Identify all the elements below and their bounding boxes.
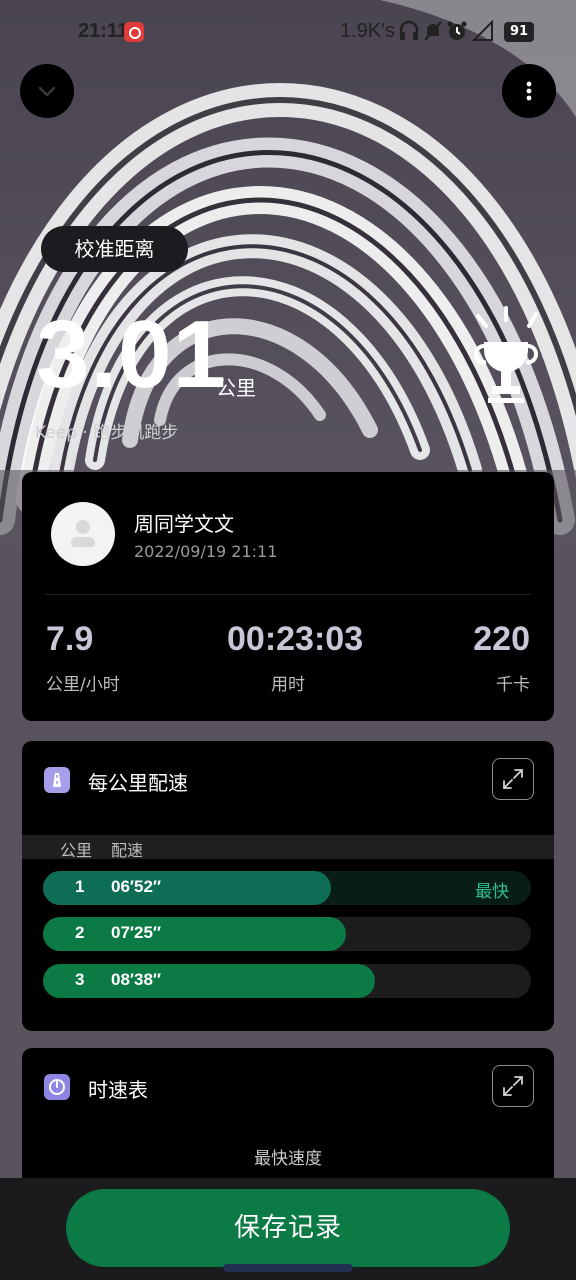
concentric-wave-pattern (0, 0, 576, 545)
pace-column-header: 配速 (111, 841, 144, 860)
activity-source: Keep · 跑步机跑步 (35, 423, 179, 443)
pace-value: 06′52″ (111, 877, 162, 896)
chevron-down-icon (38, 86, 56, 97)
summary-card: 周同学文文 2022/09/19 21:11 7.9 公里/小时 00:23:0… (22, 472, 554, 721)
save-record-button[interactable]: 保存记录 (66, 1189, 510, 1267)
pace-title: 每公里配速 (88, 771, 188, 795)
speedometer-title: 时速表 (88, 1078, 148, 1102)
signal-icon (472, 20, 493, 41)
pace-km: 3 (75, 970, 85, 989)
status-bar: 21:11 1.9K's 91 (0, 0, 576, 64)
avatar-body (71, 537, 95, 547)
distance-unit: 公里 (216, 376, 256, 400)
pace-row[interactable]: 2 07′25″ (43, 917, 531, 951)
avatar[interactable] (51, 502, 115, 566)
pace-row[interactable]: 1 06′52″ 最快 (43, 871, 531, 905)
mute-bell-icon (424, 21, 442, 41)
pace-row[interactable]: 3 08′38″ (43, 964, 531, 998)
trophy-icon[interactable] (466, 306, 546, 406)
pace-expand-button[interactable] (492, 758, 534, 800)
status-time: 21:11 (78, 20, 129, 42)
km-column-header: 公里 (60, 841, 93, 860)
pace-bar (43, 964, 375, 998)
distance-value: 3.01 (36, 301, 227, 408)
fastest-tag: 最快 (475, 882, 509, 902)
speedometer-expand-button[interactable] (492, 1065, 534, 1107)
more-options-button[interactable] (502, 64, 556, 118)
duration-label: 用时 (271, 675, 305, 695)
user-name: 周同学文文 (134, 512, 234, 536)
run-record-page: 21:11 1.9K's 91 校准距离 3.01 公里 Keep · 跑步机跑… (0, 0, 576, 1280)
road-icon (44, 767, 70, 793)
collapse-button[interactable] (20, 64, 74, 118)
expand-icon (503, 1076, 523, 1096)
expand-icon (503, 769, 523, 789)
headphone-icon (399, 20, 419, 40)
pace-table-header: 公里 配速 (22, 835, 554, 860)
calories-label: 千卡 (496, 675, 530, 695)
avatar-head (76, 520, 90, 534)
hero-background (0, 0, 576, 545)
speed-label: 公里/小时 (46, 675, 120, 695)
more-vertical-icon (526, 81, 532, 101)
speed-value: 7.9 (46, 620, 94, 658)
fastest-speed-label: 最快速度 (254, 1149, 322, 1169)
alarm-icon (447, 21, 467, 40)
pace-value: 07′25″ (111, 923, 162, 942)
pace-per-km-card: 每公里配速 公里 配速 1 06′52″ 最快 2 07′25″ 3 08′38… (22, 741, 554, 1031)
home-indicator[interactable] (223, 1264, 353, 1272)
pace-bar (43, 917, 346, 951)
record-datetime: 2022/09/19 21:11 (134, 542, 278, 561)
speedometer-icon (44, 1074, 70, 1100)
pace-value: 08′38″ (111, 970, 162, 989)
netease-music-icon (124, 22, 144, 42)
calories-value: 220 (473, 620, 530, 658)
calibrate-distance-button[interactable]: 校准距离 (41, 226, 188, 272)
divider (45, 594, 531, 595)
network-speed: 1.9K's (340, 20, 395, 42)
pace-km: 2 (75, 923, 85, 942)
battery-icon: 91 (504, 22, 534, 42)
pace-bar (43, 871, 331, 905)
duration-value: 00:23:03 (227, 620, 364, 658)
pace-km: 1 (75, 877, 85, 896)
